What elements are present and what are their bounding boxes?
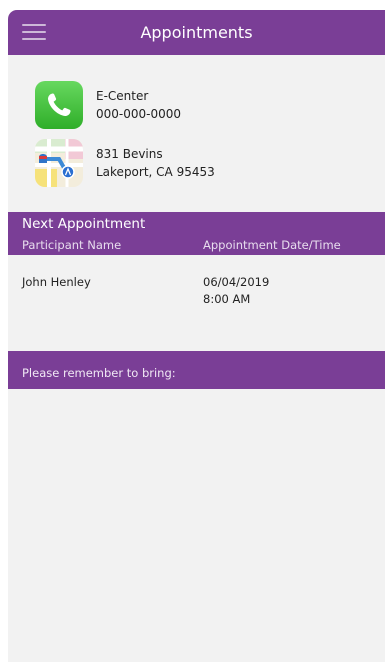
app-header: Appointments xyxy=(8,10,385,55)
contact-phone-number[interactable]: 000-000-0000 xyxy=(96,105,181,123)
section-title: Next Appointment xyxy=(22,216,146,232)
map-icon[interactable] xyxy=(35,139,83,187)
address-contact-text: 831 Bevins Lakeport, CA 95453 xyxy=(96,145,215,181)
page-title: Appointments xyxy=(140,23,253,42)
phone-contact-text: E-Center 000-000-0000 xyxy=(96,87,181,123)
appointment-date-time: 06/04/2019 8:00 AM xyxy=(203,274,269,308)
contact-name: E-Center xyxy=(96,89,149,103)
bring-label: Please remember to bring: xyxy=(22,366,176,380)
column-header-date-time: Appointment Date/Time xyxy=(203,238,341,252)
address-street: 831 Bevins xyxy=(96,147,163,161)
bring-items-header: Please remember to bring: xyxy=(8,351,385,389)
address-contact[interactable]: 831 Bevins Lakeport, CA 95453 xyxy=(35,139,365,189)
address-city: Lakeport, CA 95453 xyxy=(96,165,215,179)
phone-contact[interactable]: E-Center 000-000-0000 xyxy=(35,81,365,131)
participant-name: John Henley xyxy=(22,275,91,289)
app-screen: Appointments E-Center 000-000-0000 831 B… xyxy=(8,10,385,662)
appointment-time: 8:00 AM xyxy=(203,292,251,306)
phone-icon[interactable] xyxy=(35,81,83,129)
table-row[interactable]: John Henley 06/04/2019 8:00 AM xyxy=(8,270,385,330)
appointment-date: 06/04/2019 xyxy=(203,275,270,289)
column-header-participant: Participant Name xyxy=(22,238,122,252)
next-appointment-header: Next Appointment Participant Name Appoin… xyxy=(8,212,385,255)
